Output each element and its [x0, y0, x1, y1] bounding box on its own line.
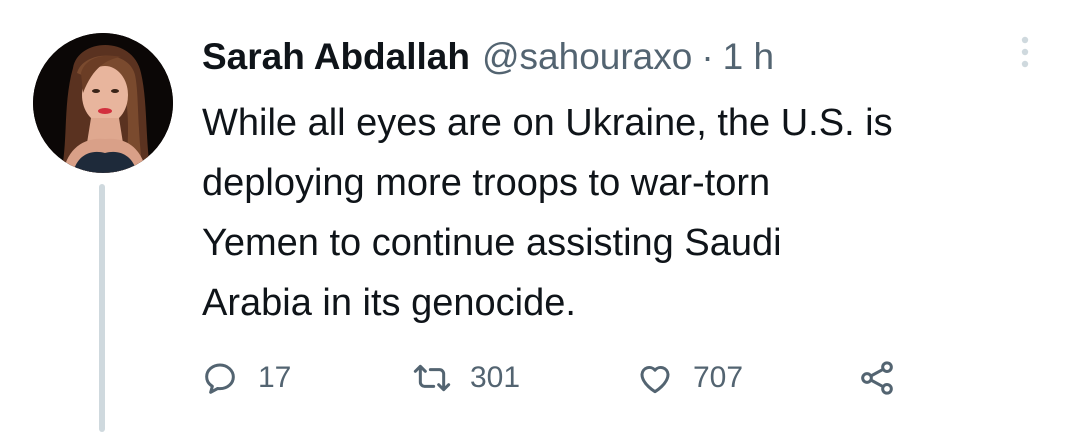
- separator-dot: ·: [701, 36, 714, 77]
- reply-icon: [198, 356, 242, 400]
- tweet-text: While all eyes are on Ukraine, the U.S. …: [202, 93, 1062, 333]
- tweet-text-line: Arabia in its genocide.: [202, 282, 576, 324]
- action-bar: 17 301 707: [0, 350, 1080, 406]
- avatar[interactable]: [33, 33, 173, 173]
- reply-button[interactable]: 17: [198, 350, 291, 406]
- tweet[interactable]: Sarah Abdallah @sahouraxo · 1 h While al…: [0, 0, 1080, 432]
- timestamp[interactable]: 1 h: [723, 36, 774, 78]
- like-button[interactable]: 707: [633, 350, 743, 406]
- share-button[interactable]: [855, 350, 899, 406]
- heart-icon: [633, 356, 677, 400]
- more-options-icon[interactable]: [1010, 32, 1040, 72]
- avatar-image: [33, 33, 173, 173]
- tweet-text-line: deploying more troops to war-torn: [202, 162, 771, 204]
- retweet-icon: [410, 356, 454, 400]
- author-name[interactable]: Sarah Abdallah: [202, 36, 470, 78]
- tweet-text-line: While all eyes are on Ukraine, the U.S. …: [202, 102, 893, 144]
- share-icon: [855, 356, 899, 400]
- like-count: 707: [693, 361, 744, 394]
- tweet-header: Sarah Abdallah @sahouraxo · 1 h: [202, 32, 774, 82]
- retweet-button[interactable]: 301: [410, 350, 520, 406]
- tweet-text-line: Yemen to continue assisting Saudi: [202, 222, 782, 264]
- author-handle[interactable]: @sahouraxo: [482, 36, 692, 78]
- reply-count: 17: [258, 361, 292, 394]
- retweet-count: 301: [470, 361, 521, 394]
